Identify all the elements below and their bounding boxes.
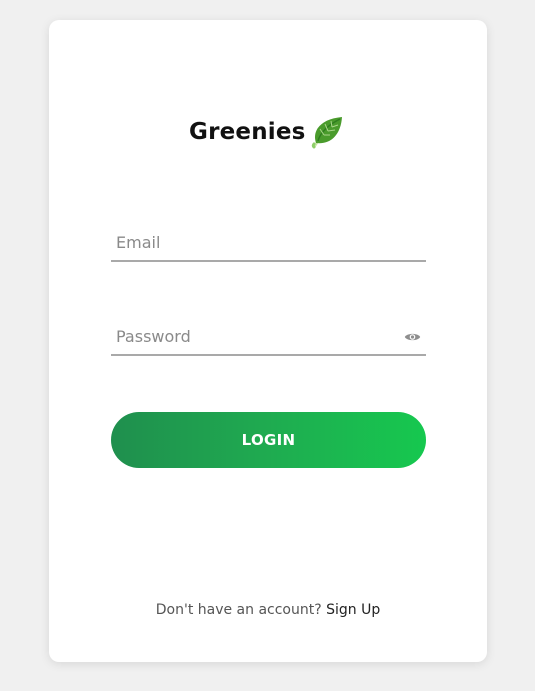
leaf-icon [308, 113, 346, 151]
signup-prompt-line: Don't have an account? Sign Up [49, 602, 487, 618]
brand-logo: Greenies [189, 112, 346, 152]
brand-name: Greenies [189, 119, 306, 145]
password-field[interactable] [111, 318, 396, 354]
eye-icon[interactable] [404, 328, 421, 341]
login-button[interactable]: LOGIN [111, 412, 426, 468]
login-card: Greenies LOGIN Don't have an account? Si… [49, 20, 487, 662]
email-field[interactable] [111, 224, 396, 260]
signup-prompt-text: Don't have an account? [155, 602, 327, 618]
password-field-wrapper [111, 318, 426, 356]
signup-link[interactable]: Sign Up [326, 602, 380, 618]
email-field-wrapper [111, 224, 426, 262]
